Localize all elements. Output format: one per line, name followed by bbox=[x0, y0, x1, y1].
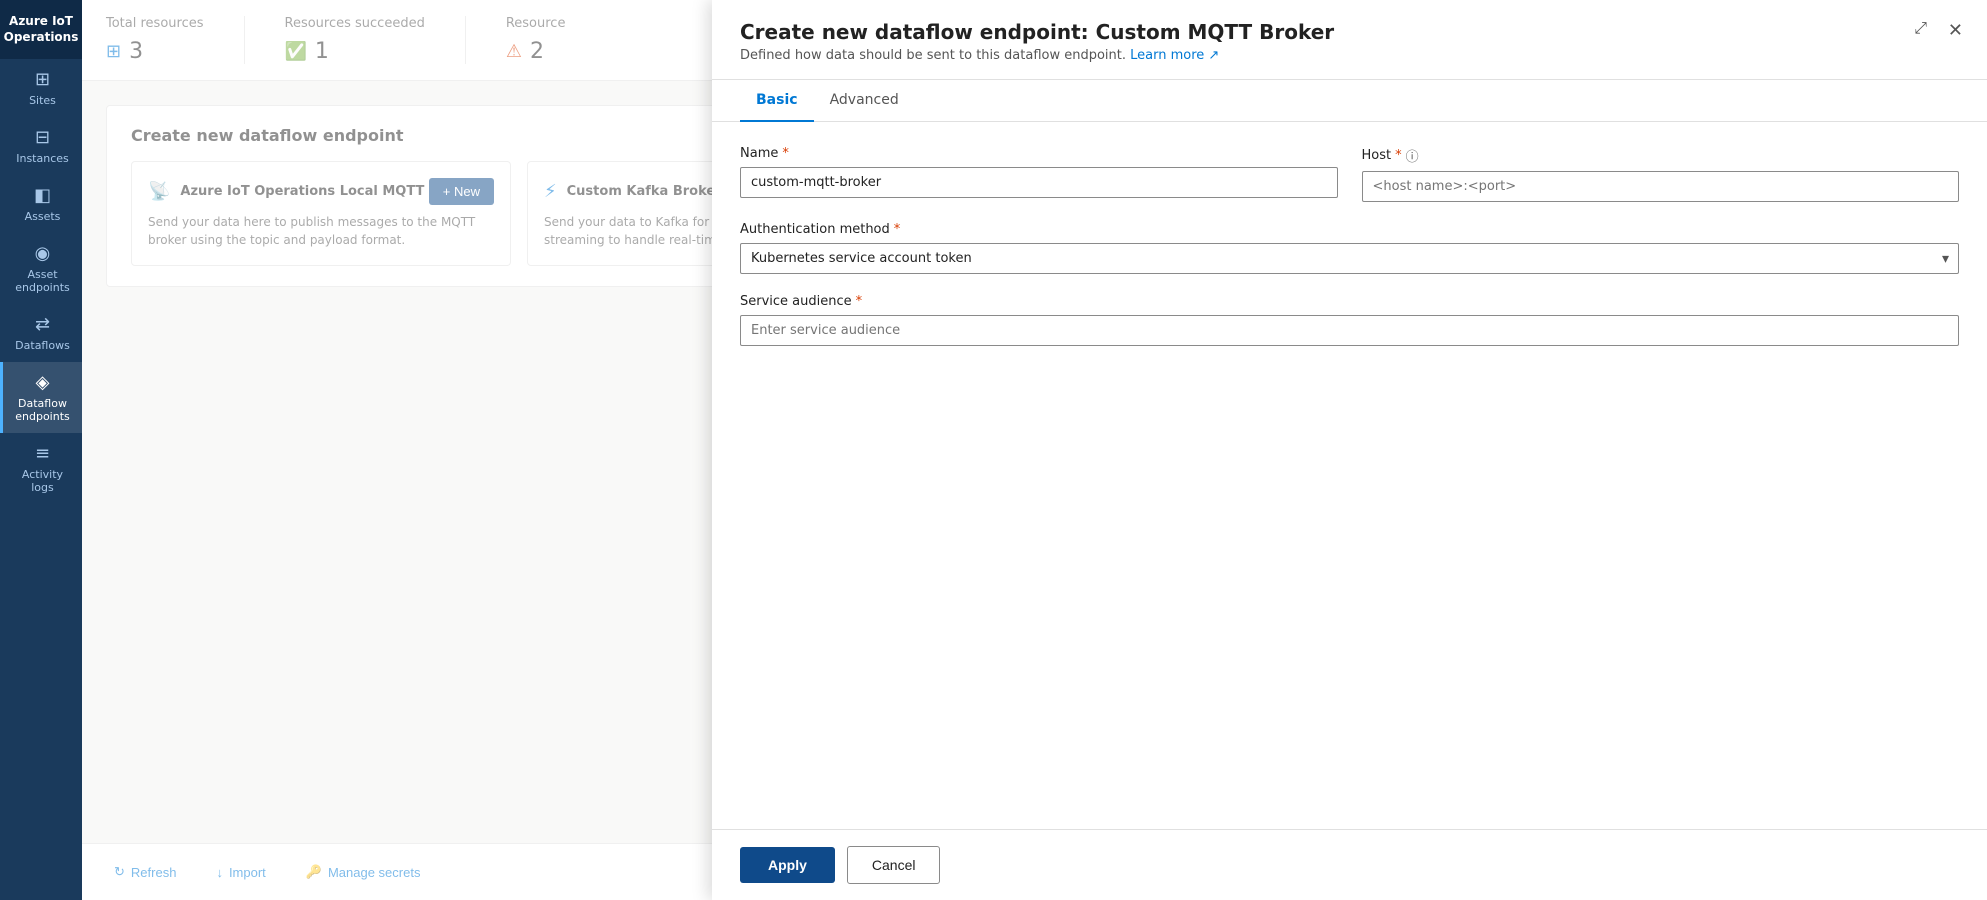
panel-header: Create new dataflow endpoint: Custom MQT… bbox=[712, 0, 1987, 80]
dataflow-endpoints-icon: ◈ bbox=[36, 372, 50, 393]
sidebar: Azure IoT Operations ⊞ Sites ⊟ Instances… bbox=[0, 0, 82, 900]
sidebar-item-assets[interactable]: ◧ Assets bbox=[0, 175, 82, 233]
import-icon: ↓ bbox=[216, 865, 223, 880]
manage-secrets-button[interactable]: 🔑 Manage secrets bbox=[298, 858, 429, 886]
endpoint-card-title-row-kafka: ⚡ Custom Kafka Broker bbox=[544, 181, 722, 202]
app-title: Azure IoT Operations bbox=[0, 0, 82, 59]
stat-warning-label: Resource bbox=[506, 16, 566, 31]
sidebar-item-label: Assets bbox=[25, 210, 61, 223]
auth-required-star: * bbox=[894, 222, 901, 237]
form-row-service-audience: Service audience * bbox=[740, 294, 1959, 346]
refresh-icon: ↻ bbox=[114, 864, 125, 880]
tab-basic[interactable]: Basic bbox=[740, 80, 814, 122]
form-group-auth-method: Authentication method * Kubernetes servi… bbox=[740, 222, 1959, 274]
assets-icon: ◧ bbox=[34, 185, 51, 206]
main-content: Total resources ⊞ 3 Resources succeeded … bbox=[82, 0, 1987, 900]
warning-icon: ⚠ bbox=[506, 41, 522, 62]
sidebar-item-label: Instances bbox=[16, 152, 69, 165]
stat-warning-value: ⚠ 2 bbox=[506, 39, 544, 64]
expand-icon: ⤢ bbox=[1914, 20, 1927, 37]
stat-total-resources: Total resources ⊞ 3 bbox=[106, 16, 245, 64]
grid-icon: ⊞ bbox=[106, 41, 121, 62]
apply-button[interactable]: Apply bbox=[740, 847, 835, 883]
create-endpoint-panel: Create new dataflow endpoint: Custom MQT… bbox=[712, 0, 1987, 900]
form-group-name: Name * bbox=[740, 146, 1338, 202]
tab-advanced[interactable]: Advanced bbox=[814, 80, 915, 122]
sidebar-item-asset-endpoints[interactable]: ◉ Asset endpoints bbox=[0, 233, 82, 304]
panel-title: Create new dataflow endpoint: Custom MQT… bbox=[740, 20, 1959, 44]
sidebar-item-instances[interactable]: ⊟ Instances bbox=[0, 117, 82, 175]
kafka-icon: ⚡ bbox=[544, 181, 557, 202]
auth-method-label: Authentication method * bbox=[740, 222, 1959, 237]
learn-more-link[interactable]: Learn more ↗ bbox=[1130, 48, 1219, 63]
name-label: Name * bbox=[740, 146, 1338, 161]
stat-resources-succeeded: Resources succeeded ✅ 1 bbox=[285, 16, 466, 64]
sidebar-item-label: Sites bbox=[29, 94, 56, 107]
sidebar-item-label: Dataflows bbox=[15, 339, 70, 352]
sidebar-item-label: Activity logs bbox=[9, 468, 76, 494]
close-icon: ✕ bbox=[1948, 20, 1963, 40]
cancel-button[interactable]: Cancel bbox=[847, 846, 941, 884]
new-mqtt-button[interactable]: + New bbox=[429, 178, 494, 205]
refresh-button[interactable]: ↻ Refresh bbox=[106, 858, 184, 886]
sidebar-item-dataflows[interactable]: ⇄ Dataflows bbox=[0, 304, 82, 362]
stat-succeeded-value: ✅ 1 bbox=[285, 39, 329, 64]
service-audience-label: Service audience * bbox=[740, 294, 1959, 309]
sites-icon: ⊞ bbox=[35, 69, 50, 90]
check-icon: ✅ bbox=[285, 41, 307, 62]
import-button[interactable]: ↓ Import bbox=[208, 859, 273, 886]
endpoint-card-header-mqtt: 📡 Azure IoT Operations Local MQTT + New bbox=[148, 178, 494, 205]
host-input[interactable] bbox=[1362, 171, 1960, 202]
form-group-service-audience: Service audience * bbox=[740, 294, 1959, 346]
mqtt-icon: 📡 bbox=[148, 181, 170, 202]
activity-logs-icon: ≡ bbox=[35, 443, 50, 464]
panel-body: Name * Host * ⓘ bbox=[712, 122, 1987, 829]
sidebar-item-sites[interactable]: ⊞ Sites bbox=[0, 59, 82, 117]
panel-tabs: Basic Advanced bbox=[712, 80, 1987, 122]
asset-endpoints-icon: ◉ bbox=[35, 243, 51, 264]
sidebar-item-label: Dataflow endpoints bbox=[9, 397, 76, 423]
name-input[interactable] bbox=[740, 167, 1338, 198]
instances-icon: ⊟ bbox=[35, 127, 50, 148]
stat-total-label: Total resources bbox=[106, 16, 204, 31]
auth-method-select-wrapper: Kubernetes service account token X.509 c… bbox=[740, 243, 1959, 274]
auth-method-select[interactable]: Kubernetes service account token X.509 c… bbox=[740, 243, 1959, 274]
endpoint-card-title-mqtt: Azure IoT Operations Local MQTT bbox=[180, 184, 424, 199]
stat-succeeded-label: Resources succeeded bbox=[285, 16, 425, 31]
endpoint-card-mqtt-local: 📡 Azure IoT Operations Local MQTT + New … bbox=[131, 161, 511, 266]
form-row-name-host: Name * Host * ⓘ bbox=[740, 146, 1959, 202]
dataflows-icon: ⇄ bbox=[35, 314, 50, 335]
panel-close-button[interactable]: ✕ bbox=[1940, 16, 1971, 45]
stat-total-value: ⊞ 3 bbox=[106, 39, 143, 64]
endpoint-card-desc-mqtt: Send your data here to publish messages … bbox=[148, 213, 494, 249]
sidebar-item-activity-logs[interactable]: ≡ Activity logs bbox=[0, 433, 82, 504]
service-audience-required-star: * bbox=[856, 294, 863, 309]
form-group-host: Host * ⓘ bbox=[1362, 146, 1960, 202]
panel-expand-button[interactable]: ⤢ bbox=[1906, 16, 1935, 42]
endpoint-card-title-row-mqtt: 📡 Azure IoT Operations Local MQTT bbox=[148, 181, 424, 202]
host-label: Host * ⓘ bbox=[1362, 146, 1960, 165]
stat-resources-warning: Resource ⚠ 2 bbox=[506, 16, 606, 64]
sidebar-item-label: Asset endpoints bbox=[9, 268, 76, 294]
panel-subtitle: Defined how data should be sent to this … bbox=[740, 48, 1959, 63]
endpoint-card-title-kafka: Custom Kafka Broker bbox=[567, 184, 722, 199]
panel-footer: Apply Cancel bbox=[712, 829, 1987, 900]
host-required-star: * bbox=[1395, 148, 1402, 163]
key-icon: 🔑 bbox=[306, 864, 322, 880]
form-row-auth: Authentication method * Kubernetes servi… bbox=[740, 222, 1959, 274]
name-required-star: * bbox=[782, 146, 789, 161]
host-info-icon: ⓘ bbox=[1406, 146, 1419, 165]
sidebar-item-dataflow-endpoints[interactable]: ◈ Dataflow endpoints bbox=[0, 362, 82, 433]
service-audience-input[interactable] bbox=[740, 315, 1959, 346]
